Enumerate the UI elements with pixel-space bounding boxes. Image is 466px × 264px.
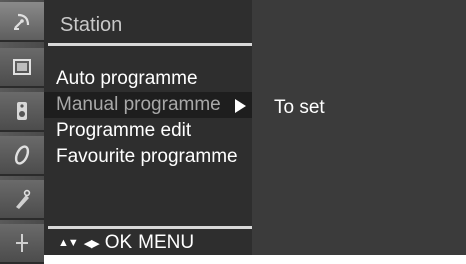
menu-item-auto-programme[interactable]: Auto programme xyxy=(44,66,252,92)
submenu-panel: To set xyxy=(252,0,466,255)
arrow-right-icon xyxy=(235,99,246,113)
menu-item-manual-programme[interactable]: Manual programme xyxy=(44,92,252,118)
menu-item-programme-edit[interactable]: Programme edit xyxy=(44,118,252,144)
menu-hint: MENU xyxy=(138,232,195,253)
navigation-hint: ▲▼ ◀▶ OK MENU xyxy=(58,232,194,254)
sidebar-item-setup[interactable] xyxy=(0,224,44,264)
sidebar-item-sound[interactable] xyxy=(0,92,44,132)
up-down-arrows-icon: ▲▼ xyxy=(58,237,79,249)
menu-item-label: Programme edit xyxy=(56,120,192,141)
title-divider xyxy=(48,43,252,46)
category-sidebar xyxy=(0,0,44,264)
satellite-dish-icon xyxy=(14,13,30,30)
picture-icon xyxy=(13,59,31,75)
time-icon xyxy=(14,145,30,165)
sound-icon xyxy=(17,102,27,120)
menu-item-label: Manual programme xyxy=(56,94,221,115)
sidebar-item-special[interactable] xyxy=(0,180,44,220)
menu-item-favourite-programme[interactable]: Favourite programme xyxy=(44,144,252,170)
station-menu-panel: Station Auto programme Manual programme … xyxy=(44,0,252,255)
station-menu: Auto programme Manual programme Programm… xyxy=(44,66,252,170)
tv-osd-screen: Station Auto programme Manual programme … xyxy=(0,0,466,264)
sidebar-item-time[interactable] xyxy=(0,136,44,176)
left-right-arrows-icon: ◀▶ xyxy=(83,237,100,250)
menu-item-label: Favourite programme xyxy=(56,146,238,167)
special-icon xyxy=(16,189,31,209)
page-title: Station xyxy=(60,14,123,36)
setup-icon xyxy=(16,234,28,252)
menu-item-label: Auto programme xyxy=(56,68,198,89)
ok-hint: OK xyxy=(104,232,133,253)
submenu-option-to-set[interactable]: To set xyxy=(274,97,325,119)
footer-divider xyxy=(48,226,252,229)
sidebar-item-picture[interactable] xyxy=(0,48,44,88)
sidebar-item-station[interactable] xyxy=(0,2,44,42)
